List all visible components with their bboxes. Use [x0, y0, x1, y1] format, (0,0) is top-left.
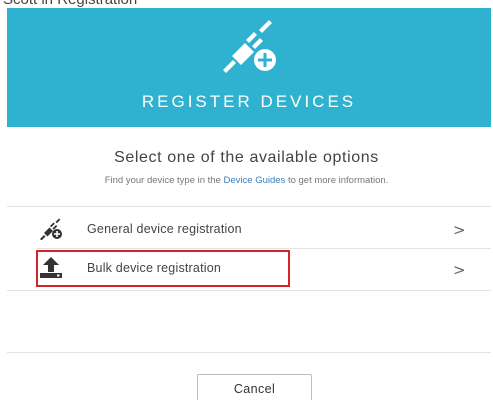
page-title: REGISTER DEVICES — [141, 92, 357, 111]
device-guides-hint: Find your device type in the Device Guid… — [0, 175, 493, 186]
divider-bottom — [7, 290, 491, 291]
option-general-label: General device registration — [87, 222, 242, 236]
top-caption-text: Scott in Registration — [3, 0, 137, 8]
plug-add-icon — [40, 218, 62, 240]
divider-middle — [36, 248, 491, 249]
top-caption: Scott in Registration — [0, 0, 493, 8]
hint-prefix: Find your device type in the — [104, 175, 224, 186]
plug-add-icon — [223, 20, 276, 73]
footer-divider — [7, 352, 491, 353]
chevron-right-icon: > — [453, 221, 466, 239]
register-devices-page: Scott in Registration REGISTER DEVICES S… — [0, 0, 493, 400]
header-banner: REGISTER DEVICES — [7, 8, 491, 127]
device-guides-link[interactable]: Device Guides — [224, 175, 286, 186]
option-general-registration[interactable]: General device registration > — [7, 209, 491, 249]
chevron-right-icon: > — [453, 261, 466, 279]
highlight-box — [36, 250, 290, 287]
hint-suffix: to get more information. — [285, 175, 389, 186]
cancel-button[interactable]: Cancel — [197, 374, 312, 400]
options-subtitle: Select one of the available options — [114, 149, 379, 166]
divider-top — [7, 206, 491, 207]
